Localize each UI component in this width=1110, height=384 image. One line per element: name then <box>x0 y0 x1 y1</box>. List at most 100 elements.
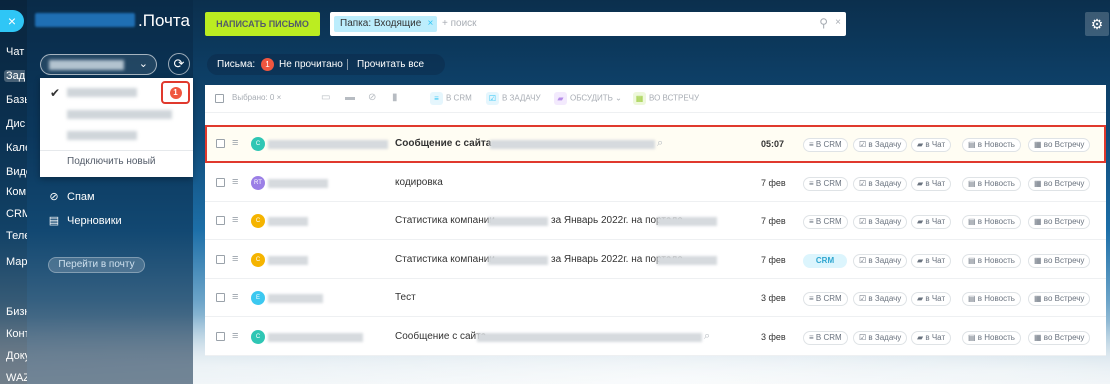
to-meeting-button[interactable]: ▦ во Встречу <box>1028 254 1091 268</box>
left-menu-item[interactable]: Виде <box>6 166 27 178</box>
left-menu-item[interactable]: Дис <box>6 118 27 130</box>
read-all-button[interactable]: Прочитать все <box>357 54 424 75</box>
left-menu-item[interactable]: Мар <box>6 256 27 268</box>
to-news-button[interactable]: ▤ в Новость <box>962 292 1021 306</box>
select-all-checkbox[interactable] <box>215 94 224 105</box>
refresh-button[interactable]: ⟳ <box>168 53 190 75</box>
nav-item-drafts[interactable]: ▤ Черновики <box>48 214 122 227</box>
close-menu-button[interactable]: × <box>0 10 24 32</box>
to-task-button[interactable]: ☑ в Задачу <box>853 177 908 191</box>
to-news-button[interactable]: ▤ в Новость <box>962 331 1021 345</box>
delete-icon[interactable]: ▮ <box>392 92 398 103</box>
to-task-button[interactable]: ☑ в Задачу <box>853 254 908 268</box>
mail-row[interactable]: ≡ E Тест 3 фев ≡ В CRM ☑ в Задачу ▰ в Чат ▤ в Н… <box>205 279 1106 317</box>
row-checkbox[interactable] <box>216 332 225 341</box>
left-menu-item[interactable]: Теле <box>6 230 27 242</box>
mailbox-option-1[interactable] <box>67 88 137 97</box>
clear-icon[interactable]: × <box>835 17 841 28</box>
to-chat-button[interactable]: ▰ в Чат <box>911 254 952 268</box>
calendar-icon: ▦ <box>633 92 646 105</box>
mail-row[interactable]: ≡ RT кодировка 7 фев ≡ В CRM ☑ в Задачу ▰ в Ча… <box>205 164 1106 202</box>
to-meeting-button[interactable]: ▦ во Встречу <box>1028 215 1091 229</box>
discuss-button[interactable]: ▰ ОБСУДИТЬ ⌄ <box>554 92 622 105</box>
to-crm-button[interactable]: ≡ В CRM <box>430 92 472 105</box>
to-meeting-button[interactable]: ▦ во Встречу <box>1028 177 1091 191</box>
drag-handle-icon[interactable]: ≡ <box>232 176 238 188</box>
folder-filter-chip[interactable]: Папка: Входящие × <box>334 16 438 32</box>
to-news-button[interactable]: ▤ в Новость <box>962 138 1021 152</box>
row-checkbox[interactable] <box>216 293 225 302</box>
to-crm-button[interactable]: ≡ В CRM <box>803 138 848 152</box>
mail-subject[interactable]: Статистика компании <box>395 254 495 265</box>
to-task-button[interactable]: ☑ в Задачу <box>853 215 908 229</box>
mail-subject[interactable]: Сообщение с сайта <box>395 138 491 149</box>
crm-tag[interactable]: CRM <box>803 254 847 268</box>
mail-subject[interactable]: Статистика компании <box>395 215 495 226</box>
clear-selection-icon[interactable]: × <box>277 93 282 102</box>
to-news-button[interactable]: ▤ в Новость <box>962 215 1021 229</box>
mail-row[interactable]: ≡ C Сообщение с сайта ⌕ 3 фев ≡ В CRM ☑ в Зада… <box>205 318 1106 356</box>
drag-handle-icon[interactable]: ≡ <box>232 291 238 303</box>
left-menu-item[interactable]: Кале <box>6 142 27 154</box>
to-crm-button[interactable]: ≡ В CRM <box>803 292 848 306</box>
mail-row[interactable]: ≡ C Статистика компании за Январь 2022г. на… <box>205 202 1106 240</box>
drag-handle-icon[interactable]: ≡ <box>232 253 238 265</box>
nav-item-spam[interactable]: ⊘ Спам <box>48 190 94 203</box>
row-checkbox[interactable] <box>216 178 225 187</box>
mail-row[interactable]: ≡ C Сообщение с сайта ⌕ 05:07 ≡ В CRM ☑ в Зада… <box>205 125 1106 163</box>
mail-row[interactable]: ≡ C Статистика компании за Январь 2022г. на… <box>205 241 1106 279</box>
goto-mail-button[interactable]: Перейти в почту <box>48 257 145 273</box>
to-task-button[interactable]: ☑ в Задачу <box>853 138 908 152</box>
to-news-button[interactable]: ▤ в Новость <box>962 254 1021 268</box>
settings-button[interactable]: ⚙ <box>1085 12 1109 36</box>
to-chat-button[interactable]: ▰ в Чат <box>911 138 952 152</box>
left-menu-item[interactable]: Зада <box>4 70 25 82</box>
left-menu-item[interactable]: Чат <box>6 46 27 58</box>
to-meeting-button[interactable]: ▦ во Встречу <box>1028 331 1091 345</box>
to-crm-button[interactable]: ≡ В CRM <box>803 331 848 345</box>
to-chat-button[interactable]: ▰ в Чат <box>911 177 952 191</box>
connect-new-mailbox[interactable]: Подключить новый <box>67 156 156 167</box>
to-chat-button[interactable]: ▰ в Чат <box>911 292 952 306</box>
row-checkbox[interactable] <box>216 216 225 225</box>
left-menu-item[interactable]: Бизн <box>6 306 27 318</box>
drag-handle-icon[interactable]: ≡ <box>232 137 238 149</box>
search-input[interactable]: Папка: Входящие × + поиск ⚲ × <box>330 12 846 36</box>
left-menu-item[interactable]: Доку <box>6 350 27 362</box>
left-menu-item[interactable]: Ком <box>6 186 27 198</box>
move-icon[interactable]: ▭ <box>321 92 330 103</box>
close-icon[interactable]: × <box>427 16 433 32</box>
task-icon: ☑ <box>859 140 869 149</box>
to-task-button[interactable]: ☑ в Задачу <box>853 331 908 345</box>
to-chat-button[interactable]: ▰ в Чат <box>911 215 952 229</box>
row-checkbox[interactable] <box>216 255 225 264</box>
to-meeting-button[interactable]: ▦ во Встречу <box>1028 138 1091 152</box>
folder-icon[interactable]: ▬ <box>345 92 355 103</box>
to-crm-button[interactable]: ≡ В CRM <box>803 177 848 191</box>
mailbox-option-3[interactable] <box>67 131 137 140</box>
to-task-button[interactable]: ☑ в Задачу <box>853 292 908 306</box>
to-task-button[interactable]: ☑ В ЗАДАЧУ <box>486 92 541 105</box>
mailbox-option-2[interactable] <box>67 110 172 119</box>
mail-subject[interactable]: Тест <box>395 292 416 303</box>
left-menu-item[interactable]: Базы <box>6 94 27 106</box>
mail-subject[interactable]: Сообщение с сайта <box>395 331 486 342</box>
left-menu-item[interactable]: WAZ <box>6 372 27 384</box>
task-icon: ☑ <box>486 92 499 105</box>
drag-handle-icon[interactable]: ≡ <box>232 214 238 226</box>
left-menu-item[interactable]: Конт <box>6 328 27 340</box>
search-icon[interactable]: ⚲ <box>819 16 828 30</box>
to-crm-button[interactable]: ≡ В CRM <box>803 215 848 229</box>
to-chat-button[interactable]: ▰ в Чат <box>911 331 952 345</box>
compose-button[interactable]: НАПИСАТЬ ПИСЬМО <box>205 12 320 36</box>
mailbox-select[interactable]: ⌄ <box>40 54 157 75</box>
to-meeting-button[interactable]: ▦ во Встречу <box>1028 292 1091 306</box>
left-menu-item[interactable]: CRM <box>6 208 27 220</box>
spam-icon[interactable]: ⊘ <box>368 92 376 103</box>
mail-subject[interactable]: кодировка <box>395 177 443 188</box>
to-news-button[interactable]: ▤ в Новость <box>962 177 1021 191</box>
row-checkbox[interactable] <box>216 139 225 148</box>
unread-filter[interactable]: Не прочитано <box>279 54 343 75</box>
drag-handle-icon[interactable]: ≡ <box>232 330 238 342</box>
to-meeting-button[interactable]: ▦ ВО ВСТРЕЧУ <box>633 92 699 105</box>
